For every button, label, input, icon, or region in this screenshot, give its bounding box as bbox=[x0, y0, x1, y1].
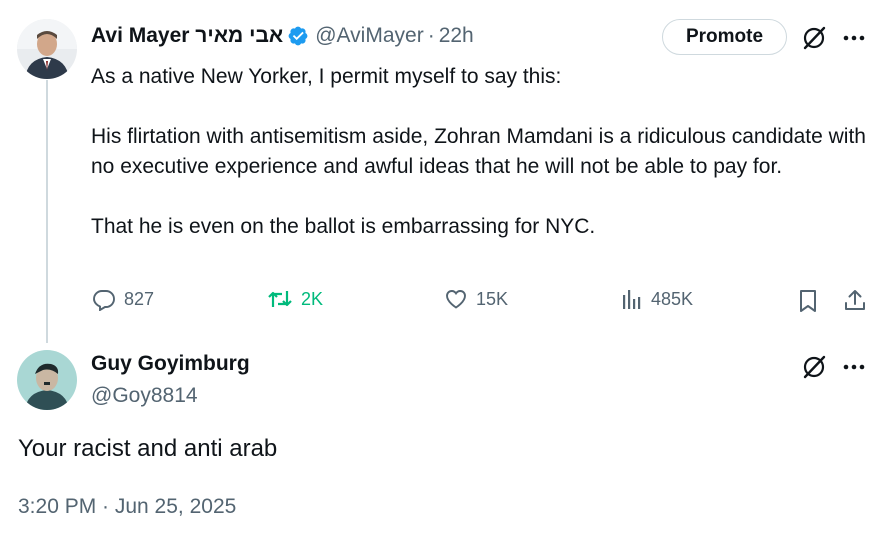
avatar[interactable] bbox=[17, 350, 77, 410]
like-button[interactable]: 15K bbox=[444, 287, 508, 311]
views-button[interactable]: 485K bbox=[621, 287, 693, 311]
post-timestamp[interactable]: 3:20 PM · Jun 25, 2025 bbox=[18, 495, 236, 519]
repost-icon bbox=[268, 291, 292, 307]
reply-text: Your racist and anti arab bbox=[18, 435, 278, 462]
promote-button[interactable]: Promote bbox=[662, 19, 787, 55]
repost-count: 2K bbox=[301, 288, 324, 309]
view-count: 485K bbox=[651, 288, 694, 309]
heart-icon bbox=[446, 290, 466, 309]
reply-button[interactable]: 827 bbox=[92, 287, 154, 311]
author-handle[interactable]: @AviMayer bbox=[315, 24, 423, 48]
grok-icon[interactable] bbox=[800, 353, 828, 381]
tweet-paragraph: That he is even on the ballot is embarra… bbox=[91, 215, 596, 238]
repost-button[interactable]: 2K bbox=[267, 287, 323, 311]
separator-dot: · bbox=[427, 24, 435, 47]
avatar[interactable] bbox=[17, 19, 77, 79]
reply-count: 827 bbox=[124, 288, 155, 309]
bookmark-icon bbox=[800, 290, 816, 312]
verified-badge-icon[interactable] bbox=[287, 25, 309, 47]
like-count: 15K bbox=[476, 288, 509, 309]
author-name[interactable]: Avi Mayer אבי מאיר bbox=[91, 24, 283, 48]
tweet-paragraph: As a native New Yorker, I permit myself … bbox=[91, 65, 562, 88]
share-button[interactable] bbox=[843, 288, 867, 312]
tweet-header: Avi Mayer אבי מאיר @AviMayer · 22h bbox=[91, 21, 474, 51]
tweet-action-bar: 827 2K 15K 485K bbox=[0, 287, 892, 317]
more-options-icon[interactable] bbox=[840, 353, 868, 381]
more-options-icon[interactable] bbox=[840, 24, 868, 52]
share-icon bbox=[845, 290, 865, 310]
analytics-icon bbox=[623, 290, 641, 309]
tweet-text: As a native New Yorker, I permit myself … bbox=[91, 62, 871, 242]
tweet-paragraph: His flirtation with antisemitism aside, … bbox=[91, 125, 866, 178]
post-time[interactable]: 22h bbox=[439, 24, 474, 48]
author-handle[interactable]: @Goy8814 bbox=[91, 384, 198, 408]
author-name[interactable]: Guy Goyimburg bbox=[91, 352, 250, 376]
bookmark-button[interactable] bbox=[797, 289, 819, 313]
reply-icon bbox=[93, 290, 115, 311]
grok-icon[interactable] bbox=[800, 24, 828, 52]
